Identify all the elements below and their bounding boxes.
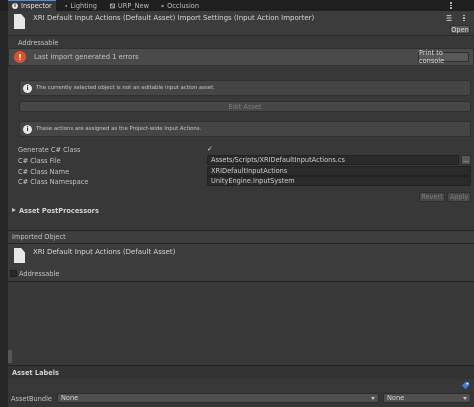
preset-icon[interactable] [445, 14, 453, 22]
asset-variant-value: None [387, 394, 405, 402]
addressable-checkbox[interactable] [10, 270, 17, 277]
expand-arrow-icon[interactable] [12, 208, 16, 212]
label-tag-icon[interactable] [461, 381, 470, 390]
tab-inspector[interactable]: i Inspector [8, 0, 56, 11]
class-namespace-field[interactable]: UnityEngine.InputSystem [207, 176, 471, 186]
left-gutter [0, 11, 8, 407]
header-menu-icon[interactable] [459, 14, 469, 22]
class-file-field[interactable]: Assets/Scripts/XRIDefaultInputActions.cs [207, 155, 459, 165]
help-box-project-wide: i These actions are assigned as the Proj… [19, 121, 471, 137]
tab-label: Inspector [21, 2, 52, 10]
asset-postprocessors-foldout[interactable]: Asset PostProcessors [19, 207, 99, 215]
asset-labels-bar [8, 366, 474, 379]
asset-bundle-dropdown[interactable]: None [57, 393, 379, 403]
more-menu-icon[interactable] [446, 1, 456, 10]
eye-icon [161, 4, 165, 7]
class-namespace-label: C# Class Namespace [18, 178, 89, 186]
resize-handle[interactable] [8, 350, 12, 363]
imported-object-label: Imported Object [12, 233, 66, 241]
revert-button[interactable]: Revert [419, 192, 445, 202]
imported-addressable-label: Addressable [19, 270, 60, 278]
tab-label: URP_New [117, 1, 149, 10]
help-box-not-editable: i The currently selected object is not a… [19, 80, 471, 96]
chevron-down-icon [463, 396, 467, 400]
error-icon: ! [14, 51, 26, 63]
asset-labels-label: Asset Labels [12, 369, 59, 377]
print-to-console-button[interactable]: Print to console [418, 49, 469, 65]
class-file-label: C# Class File [18, 157, 61, 165]
asset-bundle-value: None [61, 394, 79, 402]
help-text: The currently selected object is not an … [36, 85, 215, 91]
browse-button[interactable]: ... [461, 155, 471, 165]
bulb-icon [65, 4, 67, 7]
imported-object-title: XRI Default Input Actions (Default Asset… [33, 248, 176, 256]
header-title: XRI Default Input Actions (Default Asset… [33, 14, 315, 22]
asset-variant-dropdown[interactable]: None [383, 393, 471, 403]
imported-object-bar [8, 231, 474, 243]
tab-urp-new[interactable]: URP_New [106, 0, 153, 11]
edit-asset-button[interactable]: Edit Asset [19, 101, 471, 112]
tab-lighting[interactable]: Lighting [61, 0, 101, 11]
info-icon: i [23, 83, 32, 93]
asset-bundle-label: AssetBundle [11, 395, 52, 403]
open-button[interactable]: Open [450, 25, 470, 34]
tab-label: Occlusion [167, 1, 199, 10]
asset-icon [110, 3, 115, 8]
class-name-field[interactable]: XRIDefaultInputActions [207, 166, 471, 176]
generate-class-checkbox[interactable]: ✓ [207, 145, 215, 153]
addressable-label: Addressable [18, 39, 59, 47]
generate-class-label: Generate C# Class [18, 146, 81, 154]
preview-area [8, 282, 474, 364]
chevron-down-icon [371, 396, 375, 400]
help-text: These actions are assigned as the Projec… [36, 126, 202, 132]
apply-button[interactable]: Apply [447, 192, 471, 202]
tab-label: Lighting [70, 1, 97, 10]
tab-occlusion[interactable]: Occlusion [157, 0, 203, 11]
error-message: Last import generated 1 errors [34, 53, 139, 61]
info-icon: i [12, 3, 18, 9]
class-name-label: C# Class Name [18, 168, 70, 176]
info-icon: i [23, 124, 32, 134]
